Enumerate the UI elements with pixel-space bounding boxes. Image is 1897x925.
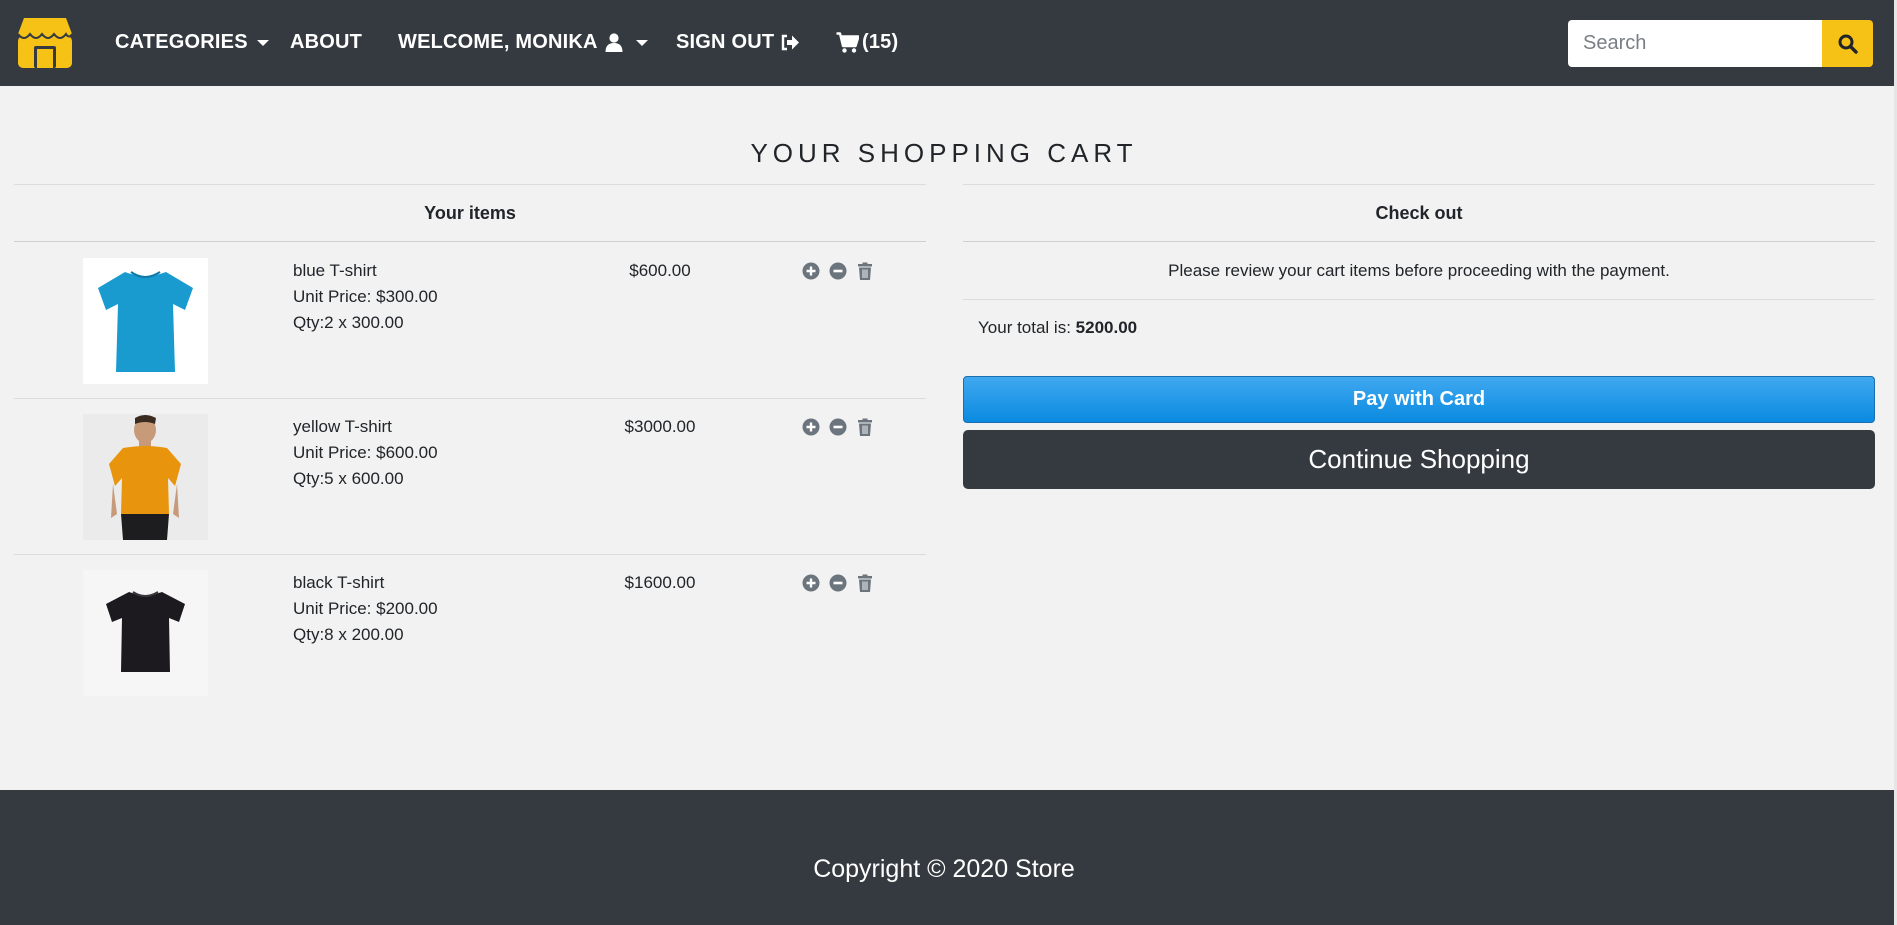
chevron-down-icon: [256, 39, 269, 46]
divider: [963, 299, 1875, 300]
nav-signout-link[interactable]: SIGN OUT: [676, 31, 800, 54]
trash-icon[interactable]: [856, 418, 874, 436]
divider: [963, 184, 1875, 185]
search-input[interactable]: [1568, 20, 1824, 67]
cart-icon: [836, 32, 859, 53]
trash-icon[interactable]: [856, 574, 874, 592]
minus-circle-icon[interactable]: [829, 574, 847, 592]
minus-circle-icon[interactable]: [829, 262, 847, 280]
page-title: YOUR SHOPPING CART: [750, 138, 1138, 168]
search-icon: [1838, 34, 1858, 54]
product-image-yellow-tshirt: [83, 414, 208, 540]
item-unit-price: Unit Price: $300.00: [293, 287, 438, 306]
store-logo-icon[interactable]: [14, 16, 76, 70]
item-name: black T-shirt: [293, 573, 385, 592]
minus-circle-icon[interactable]: [829, 418, 847, 436]
nav-signout-label: SIGN OUT: [676, 31, 775, 53]
search-button[interactable]: [1822, 20, 1873, 67]
nav-categories-dropdown[interactable]: CATEGORIES: [115, 31, 269, 54]
tshirt-image: [83, 414, 208, 540]
total-label: Your total is:: [978, 318, 1071, 337]
cart-count-label: (15): [862, 31, 899, 53]
divider: [14, 398, 926, 399]
footer-copyright: Copyright © 2020 Store: [813, 855, 1075, 883]
item-total: $600.00: [629, 261, 691, 280]
nav-about-link[interactable]: ABOUT: [290, 31, 362, 54]
item-qty: Qty:2 x 300.00: [293, 313, 404, 332]
top-navbar: CATEGORIES ABOUT WELCOME, MONIKA SIGN OU…: [0, 0, 1897, 86]
checkout-total: Your total is: 5200.00: [978, 318, 1137, 338]
item-total: $3000.00: [624, 417, 696, 436]
pay-with-card-button[interactable]: Pay with Card: [963, 376, 1875, 423]
nav-categories-label: CATEGORIES: [115, 31, 248, 53]
item-name: yellow T-shirt: [293, 417, 392, 436]
item-unit-price: Unit Price: $200.00: [293, 599, 438, 618]
chevron-down-icon: [635, 39, 648, 46]
checkout-heading: Check out: [1375, 203, 1463, 223]
item-qty: Qty:5 x 600.00: [293, 469, 404, 488]
item-qty: Qty:8 x 200.00: [293, 625, 404, 644]
nav-about-label: ABOUT: [290, 31, 363, 53]
user-icon: [605, 33, 623, 52]
product-image-black-tshirt: [83, 570, 208, 696]
divider: [963, 241, 1875, 242]
nav-cart-link[interactable]: (15): [836, 31, 898, 54]
sign-out-icon: [782, 34, 800, 51]
plus-circle-icon[interactable]: [802, 418, 820, 436]
plus-circle-icon[interactable]: [802, 262, 820, 280]
total-value: 5200.00: [1075, 318, 1138, 337]
divider: [14, 184, 926, 185]
tshirt-image: [98, 271, 193, 372]
item-unit-price: Unit Price: $600.00: [293, 443, 438, 462]
plus-circle-icon[interactable]: [802, 574, 820, 592]
tshirt-image: [106, 591, 185, 672]
item-total: $1600.00: [624, 573, 696, 592]
nav-user-dropdown[interactable]: WELCOME, MONIKA: [398, 31, 648, 54]
divider: [14, 241, 926, 242]
continue-shopping-button[interactable]: Continue Shopping: [963, 430, 1875, 489]
product-image-blue-tshirt: [83, 258, 208, 384]
item-name: blue T-shirt: [293, 261, 377, 280]
items-heading: Your items: [424, 203, 516, 223]
trash-icon[interactable]: [856, 262, 874, 280]
divider: [14, 554, 926, 555]
checkout-review-text: Please review your cart items before pro…: [1168, 261, 1670, 280]
nav-welcome-label: WELCOME, MONIKA: [398, 31, 598, 53]
